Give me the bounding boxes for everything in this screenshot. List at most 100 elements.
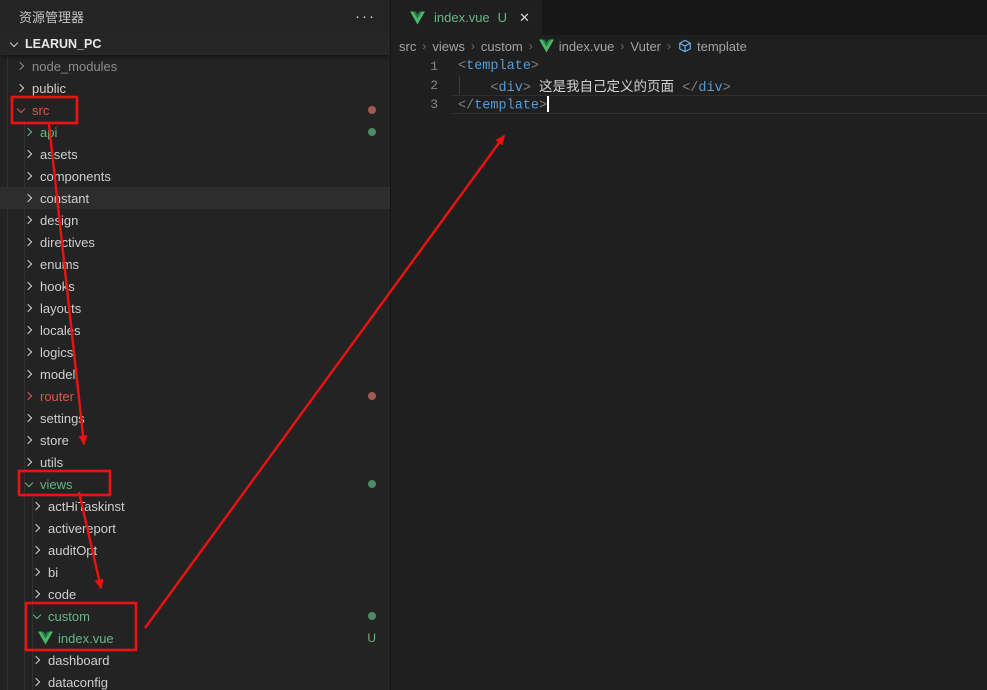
tree-item-activereport[interactable]: activereport [0,517,390,539]
chevron-right-icon[interactable] [28,517,46,539]
tree-item-label: utils [40,455,63,470]
tree-item-label: directives [40,235,95,250]
explorer-title: 资源管理器 [19,7,84,26]
chevron-right-icon[interactable] [20,187,38,209]
tree-item-dashboard[interactable]: dashboard [0,649,390,671]
chevron-right-icon[interactable] [28,495,46,517]
tree-item-actHiTaskinst[interactable]: actHiTaskinst [0,495,390,517]
vue-file-icon [409,10,425,26]
tree-item-hooks[interactable]: hooks [0,275,390,297]
root-folder-row[interactable]: LEARUN_PC [0,33,390,55]
chevron-right-icon[interactable] [20,363,38,385]
problem-dot-badge [368,99,376,121]
chevron-right-icon[interactable] [20,385,38,407]
chevron-right-icon[interactable] [20,209,38,231]
tree-item-dataconfig[interactable]: dataconfig [0,671,390,690]
tree-item-components[interactable]: components [0,165,390,187]
breadcrumb-item-template[interactable]: template [677,38,747,54]
explorer-header: 资源管理器 ··· [0,0,390,33]
tree-item-assets[interactable]: assets [0,143,390,165]
chevron-right-icon[interactable] [28,583,46,605]
tree-item-label: bi [48,565,58,580]
chevron-right-icon[interactable] [20,143,38,165]
code-text: <template> [438,59,539,74]
tree-item-views[interactable]: views [0,473,390,495]
chevron-right-icon[interactable] [20,165,38,187]
chevron-right-icon[interactable] [20,319,38,341]
breadcrumb-item-src[interactable]: src [399,39,416,54]
tree-item-enums[interactable]: enums [0,253,390,275]
chevron-right-icon[interactable] [20,407,38,429]
breadcrumb-separator-icon: › [529,39,533,53]
tree-item-model[interactable]: model [0,363,390,385]
chevron-right-icon[interactable] [28,561,46,583]
chevron-right-icon[interactable] [20,231,38,253]
untracked-dot-badge [368,121,376,143]
tree-item-label: logics [40,345,73,360]
tree-item-public[interactable]: public [0,77,390,99]
problem-dot-badge [368,385,376,407]
chevron-right-icon[interactable] [28,649,46,671]
tree-item-api[interactable]: api [0,121,390,143]
chevron-down-icon[interactable] [28,605,46,627]
git-untracked-badge: U [367,627,376,649]
breadcrumb-item-index.vue[interactable]: index.vue [539,38,615,54]
tree-item-auditOpt[interactable]: auditOpt [0,539,390,561]
more-actions-icon[interactable]: ··· [355,13,376,21]
chevron-right-icon[interactable] [20,341,38,363]
chevron-right-icon[interactable] [12,55,30,77]
chevron-right-icon[interactable] [28,539,46,561]
tree-item-router[interactable]: router [0,385,390,407]
breadcrumb-item-views[interactable]: views [432,39,465,54]
breadcrumb-separator-icon: › [422,39,426,53]
tree-item-label: src [32,103,49,118]
code-editor[interactable]: 1<template>2 <div> 这是我自己定义的页面 </div>3</t… [391,57,987,114]
chevron-down-icon[interactable] [20,473,38,495]
line-number: 2 [391,78,438,93]
code-line-3[interactable]: 3</template> [391,95,987,114]
breadcrumb-label: views [432,39,465,54]
tree-item-code[interactable]: code [0,583,390,605]
tree-item-constant[interactable]: constant [0,187,390,209]
tree-item-custom[interactable]: custom [0,605,390,627]
tree-item-layouts[interactable]: layouts [0,297,390,319]
tree-item-logics[interactable]: logics [0,341,390,363]
symbol-cube-icon [677,38,693,54]
tree-item-locales[interactable]: locales [0,319,390,341]
vue-file-icon [539,38,555,54]
tree-item-src[interactable]: src [0,99,390,121]
chevron-right-icon[interactable] [20,451,38,473]
chevron-right-icon[interactable] [20,429,38,451]
breadcrumb-item-Vuter[interactable]: Vuter [630,39,661,54]
chevron-right-icon[interactable] [20,297,38,319]
tree-item-label: actHiTaskinst [48,499,125,514]
chevron-right-icon[interactable] [20,121,38,143]
vue-file-icon [37,630,53,646]
tree-item-store[interactable]: store [0,429,390,451]
tree-item-utils[interactable]: utils [0,451,390,473]
tree-item-settings[interactable]: settings [0,407,390,429]
tab-index-vue[interactable]: index.vue U ✕ [391,0,543,35]
tree-item-label: public [32,81,66,96]
tree-item-label: settings [40,411,85,426]
chevron-right-icon[interactable] [20,275,38,297]
tree-item-node_modules[interactable]: node_modules [0,55,390,77]
tree-item-label: enums [40,257,79,272]
close-icon[interactable]: ✕ [519,10,530,26]
tree-item-label: assets [40,147,78,162]
tree-item-label: views [40,477,73,492]
tree-item-index.vue[interactable]: index.vueU [0,627,390,649]
tree-item-label: node_modules [32,59,117,74]
tree-item-directives[interactable]: directives [0,231,390,253]
breadcrumb-item-custom[interactable]: custom [481,39,523,54]
tree-item-design[interactable]: design [0,209,390,231]
chevron-right-icon[interactable] [28,671,46,690]
code-line-2[interactable]: 2 <div> 这是我自己定义的页面 </div> [391,76,987,95]
chevron-right-icon[interactable] [12,77,30,99]
tree-item-label: router [40,389,74,404]
chevron-down-icon[interactable] [12,99,30,121]
tree-item-bi[interactable]: bi [0,561,390,583]
chevron-right-icon[interactable] [20,253,38,275]
tree-item-label: hooks [40,279,75,294]
code-line-1[interactable]: 1<template> [391,57,987,76]
